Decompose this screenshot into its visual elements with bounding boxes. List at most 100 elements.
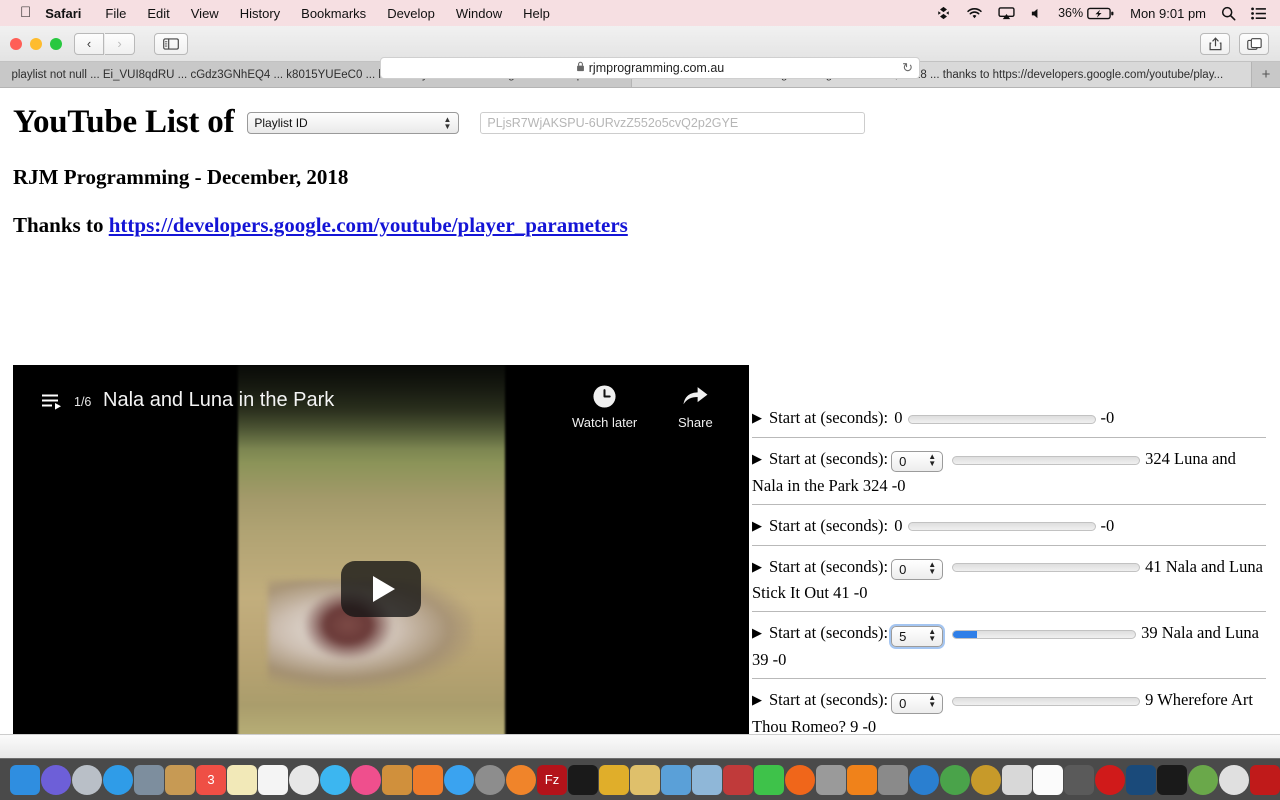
reminders-icon[interactable] — [258, 764, 288, 795]
android-studio-beta-icon[interactable] — [971, 764, 1001, 795]
start-seconds-stepper[interactable] — [891, 559, 944, 581]
menu-item-help[interactable]: Help — [523, 6, 550, 21]
menu-item-file[interactable]: File — [105, 6, 126, 21]
textedit-icon[interactable] — [1033, 764, 1063, 795]
play-triangle-icon[interactable]: ▶ — [752, 451, 762, 466]
battery-charging-icon[interactable]: 36% — [1058, 6, 1115, 20]
wolfram-icon[interactable] — [599, 764, 629, 795]
unity-icon[interactable] — [1002, 764, 1032, 795]
vlc-icon[interactable] — [847, 764, 877, 795]
airplay-icon[interactable] — [998, 6, 1015, 20]
share-button[interactable]: Share — [678, 382, 713, 430]
dropbox-icon[interactable] — [936, 6, 951, 20]
player-parameters-link[interactable]: https://developers.google.com/youtube/pl… — [109, 213, 628, 237]
start-seconds-slider[interactable] — [952, 455, 1141, 465]
image-viewer-icon[interactable] — [692, 764, 722, 795]
stickies-icon[interactable] — [227, 764, 257, 795]
system-preferences-icon[interactable] — [475, 764, 505, 795]
preview-icon[interactable] — [382, 764, 412, 795]
search-icon[interactable] — [1221, 6, 1236, 21]
start-seconds-stepper[interactable] — [891, 451, 944, 473]
launchpad-icon[interactable] — [72, 764, 102, 795]
trash-cleaner-icon[interactable] — [661, 764, 691, 795]
messages-icon[interactable] — [320, 764, 350, 795]
play-triangle-icon[interactable]: ▶ — [752, 559, 762, 574]
chrome-icon[interactable] — [1219, 764, 1249, 795]
minimize-window-button[interactable] — [30, 37, 42, 50]
reload-button[interactable]: ↻ — [902, 60, 913, 76]
new-tab-button[interactable]: + — [1252, 62, 1280, 87]
visual-studio-code-icon[interactable] — [1126, 764, 1156, 795]
firefox-icon[interactable] — [506, 764, 536, 795]
notes-folder-icon[interactable] — [165, 764, 195, 795]
playlist-icon[interactable] — [42, 394, 64, 410]
photos-icon[interactable] — [289, 764, 319, 795]
close-window-button[interactable] — [10, 37, 22, 50]
play-triangle-icon[interactable]: ▶ — [752, 410, 762, 425]
start-seconds-stepper[interactable] — [891, 692, 944, 714]
keys-icon[interactable] — [1064, 764, 1094, 795]
safari-icon[interactable] — [103, 764, 133, 795]
video-duration-title-text: -0 — [1100, 515, 1115, 535]
start-seconds-slider[interactable] — [952, 696, 1141, 706]
start-at-seconds-label: Start at (seconds): — [769, 556, 889, 576]
calendar-icon[interactable]: 3 — [196, 764, 226, 795]
back-button[interactable]: ‹ — [74, 32, 104, 55]
play-triangle-icon[interactable]: ▶ — [752, 518, 762, 533]
siri-icon[interactable] — [41, 764, 71, 795]
notification-center-icon[interactable] — [1251, 6, 1266, 20]
start-seconds-slider[interactable] — [952, 630, 1137, 640]
itunes-icon[interactable] — [351, 764, 381, 795]
play-triangle-icon[interactable]: ▶ — [752, 625, 762, 640]
video-title[interactable]: Nala and Luna in the Park — [103, 389, 334, 412]
share-icon[interactable] — [1200, 32, 1230, 55]
menu-item-bookmarks[interactable]: Bookmarks — [301, 6, 366, 21]
android-studio-icon[interactable] — [940, 764, 970, 795]
avast-icon[interactable] — [785, 764, 815, 795]
finder-icon[interactable] — [10, 764, 40, 795]
start-time-row-line: ▶Start at (seconds):▲▼41 Nala and Luna S… — [752, 554, 1266, 606]
maximize-window-button[interactable] — [50, 37, 62, 50]
apple-logo-icon[interactable]:  — [20, 5, 31, 20]
youtube-player[interactable]: 1/6 Nala and Luna in the Park Watch late… — [13, 365, 749, 760]
start-seconds-slider[interactable] — [907, 414, 1096, 424]
start-seconds-slider[interactable] — [907, 522, 1096, 532]
menu-item-safari[interactable]: Safari — [45, 6, 81, 21]
chromium-icon[interactable] — [1188, 764, 1218, 795]
unknown-grid-icon[interactable] — [816, 764, 846, 795]
xquartz-icon[interactable] — [878, 764, 908, 795]
start-seconds-stepper[interactable] — [891, 625, 944, 647]
play-triangle-icon[interactable]: ▶ — [752, 692, 762, 707]
watch-later-button[interactable]: Watch later — [572, 382, 637, 430]
facetime-icon[interactable] — [754, 764, 784, 795]
filezilla-icon[interactable]: Fz — [537, 764, 567, 795]
play-icon[interactable] — [341, 561, 421, 617]
address-bar[interactable]: rjmprogramming.com.au ↻ — [380, 57, 920, 79]
tabs-overview-icon[interactable] — [1239, 32, 1269, 55]
menu-item-history[interactable]: History — [240, 6, 280, 21]
sidebar-icon[interactable] — [154, 32, 188, 55]
menu-item-view[interactable]: View — [191, 6, 219, 21]
menu-item-window[interactable]: Window — [456, 6, 502, 21]
acrobat-reader-icon[interactable] — [1157, 764, 1187, 795]
sketch-app-icon[interactable] — [1250, 764, 1280, 795]
opera-gx-icon[interactable] — [909, 764, 939, 795]
start-seconds-slider[interactable] — [952, 563, 1141, 573]
menu-bar-clock[interactable]: Mon 9:01 pm — [1130, 6, 1206, 21]
playlist-id-input[interactable] — [480, 111, 866, 134]
macos-menu-bar:  Safari File Edit View History Bookmark… — [0, 0, 1280, 26]
playlist-type-select[interactable]: Playlist IDVideo IDChannel IDUser Upload… — [247, 111, 460, 134]
menu-item-develop[interactable]: Develop — [387, 6, 435, 21]
forward-button[interactable]: › — [105, 32, 135, 55]
clippy-icon[interactable] — [630, 764, 660, 795]
opera-icon[interactable] — [1095, 764, 1125, 795]
contacts-icon[interactable] — [134, 764, 164, 795]
start-seconds-stepper-wrapper: ▲▼ — [891, 689, 944, 714]
app-store-icon[interactable] — [444, 764, 474, 795]
menu-item-edit[interactable]: Edit — [147, 6, 169, 21]
wifi-icon[interactable] — [966, 7, 983, 20]
terminal-icon[interactable] — [568, 764, 598, 795]
qr-app-icon[interactable] — [723, 764, 753, 795]
ibooks-icon[interactable] — [413, 764, 443, 795]
volume-icon[interactable] — [1030, 7, 1043, 20]
